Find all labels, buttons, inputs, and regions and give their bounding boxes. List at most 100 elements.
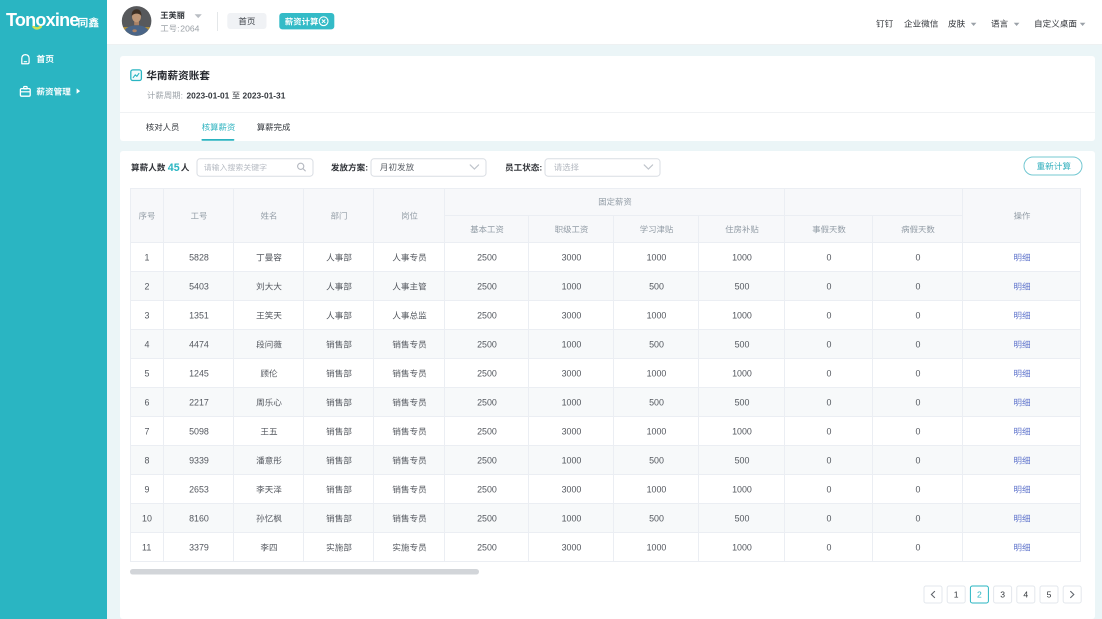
svg-text:1000: 1000 [732, 311, 752, 321]
svg-text:5828: 5828 [189, 253, 209, 263]
svg-text:1000: 1000 [562, 282, 582, 292]
svg-text:1000: 1000 [647, 543, 667, 553]
svg-text:7: 7 [145, 427, 150, 437]
svg-text:1000: 1000 [732, 369, 752, 379]
svg-text:2500: 2500 [477, 456, 497, 466]
svg-text:3000: 3000 [562, 543, 582, 553]
svg-text:0: 0 [827, 340, 832, 350]
svg-text:8: 8 [145, 456, 150, 466]
svg-text:0: 0 [827, 427, 832, 437]
svg-text:500: 500 [735, 456, 750, 466]
svg-text:2500: 2500 [477, 514, 497, 524]
svg-text:3000: 3000 [562, 311, 582, 321]
svg-text:3: 3 [145, 311, 150, 321]
svg-text:3000: 3000 [562, 427, 582, 437]
svg-text:2500: 2500 [477, 543, 497, 553]
svg-text:1: 1 [145, 253, 150, 263]
svg-text:2: 2 [977, 590, 982, 600]
svg-text:0: 0 [827, 311, 832, 321]
svg-text:1000: 1000 [732, 253, 752, 263]
svg-text:500: 500 [735, 514, 750, 524]
svg-text:6: 6 [145, 398, 150, 408]
svg-text:1000: 1000 [562, 340, 582, 350]
svg-text:1: 1 [954, 590, 959, 600]
svg-text:5: 5 [145, 369, 150, 379]
svg-text:0: 0 [916, 282, 921, 292]
svg-text:0: 0 [827, 485, 832, 495]
svg-text:500: 500 [649, 340, 664, 350]
svg-text:5403: 5403 [189, 282, 209, 292]
svg-text:500: 500 [649, 282, 664, 292]
svg-text:1351: 1351 [189, 311, 209, 321]
svg-text:9339: 9339 [189, 456, 209, 466]
svg-text:5098: 5098 [189, 427, 209, 437]
svg-text:0: 0 [916, 369, 921, 379]
svg-text:2217: 2217 [189, 398, 209, 408]
svg-text:1000: 1000 [562, 514, 582, 524]
svg-text:1000: 1000 [647, 253, 667, 263]
svg-text:0: 0 [916, 311, 921, 321]
svg-text:1000: 1000 [732, 485, 752, 495]
svg-text:0: 0 [916, 543, 921, 553]
svg-text:0: 0 [827, 514, 832, 524]
svg-text:3379: 3379 [189, 543, 209, 553]
svg-text:0: 0 [827, 369, 832, 379]
svg-text:1000: 1000 [647, 485, 667, 495]
svg-text:1000: 1000 [732, 543, 752, 553]
svg-text:2500: 2500 [477, 340, 497, 350]
svg-text:2023-01-01: 2023-01-01 [187, 90, 230, 100]
svg-text:0: 0 [827, 398, 832, 408]
svg-text:0: 0 [827, 253, 832, 263]
svg-text::: : [181, 90, 183, 100]
svg-text:3000: 3000 [562, 253, 582, 263]
svg-text:500: 500 [649, 398, 664, 408]
svg-text:5: 5 [1047, 590, 1052, 600]
svg-text:0: 0 [827, 543, 832, 553]
svg-text:500: 500 [649, 456, 664, 466]
svg-text:Tonoxine: Tonoxine [6, 10, 79, 30]
svg-text:500: 500 [735, 398, 750, 408]
svg-text:2500: 2500 [477, 311, 497, 321]
svg-text:1000: 1000 [562, 398, 582, 408]
svg-text::: : [177, 23, 179, 33]
svg-text:0: 0 [916, 456, 921, 466]
svg-text:10: 10 [142, 514, 152, 524]
svg-text:1000: 1000 [732, 427, 752, 437]
svg-text:0: 0 [916, 253, 921, 263]
svg-text:0: 0 [916, 485, 921, 495]
svg-text:4: 4 [1023, 590, 1028, 600]
svg-text:2500: 2500 [477, 253, 497, 263]
svg-text:4474: 4474 [189, 340, 209, 350]
svg-text:2064: 2064 [180, 23, 199, 33]
svg-text:2: 2 [145, 282, 150, 292]
svg-text:500: 500 [735, 340, 750, 350]
svg-text:2500: 2500 [477, 485, 497, 495]
svg-text:1245: 1245 [189, 369, 209, 379]
svg-text:45: 45 [168, 162, 180, 174]
svg-text:3: 3 [1000, 590, 1005, 600]
svg-text:500: 500 [649, 514, 664, 524]
svg-text:1000: 1000 [562, 456, 582, 466]
svg-text:3000: 3000 [562, 369, 582, 379]
svg-text::: : [539, 163, 542, 173]
svg-text:0: 0 [916, 398, 921, 408]
svg-text:2500: 2500 [477, 369, 497, 379]
svg-text:2023-01-31: 2023-01-31 [243, 90, 286, 100]
svg-text:8160: 8160 [189, 514, 209, 524]
svg-text:3000: 3000 [562, 485, 582, 495]
svg-text:0: 0 [916, 427, 921, 437]
svg-text::: : [365, 163, 368, 173]
svg-text:11: 11 [142, 543, 151, 553]
svg-text:2653: 2653 [189, 485, 209, 495]
svg-text:1000: 1000 [647, 311, 667, 321]
svg-text:9: 9 [145, 485, 150, 495]
svg-text:1000: 1000 [647, 369, 667, 379]
svg-text:0: 0 [827, 456, 832, 466]
svg-text:0: 0 [916, 514, 921, 524]
svg-text:2500: 2500 [477, 282, 497, 292]
svg-text:2500: 2500 [477, 398, 497, 408]
svg-text:0: 0 [827, 282, 832, 292]
svg-text:500: 500 [735, 282, 750, 292]
svg-text:1000: 1000 [647, 427, 667, 437]
svg-text:4: 4 [145, 340, 150, 350]
